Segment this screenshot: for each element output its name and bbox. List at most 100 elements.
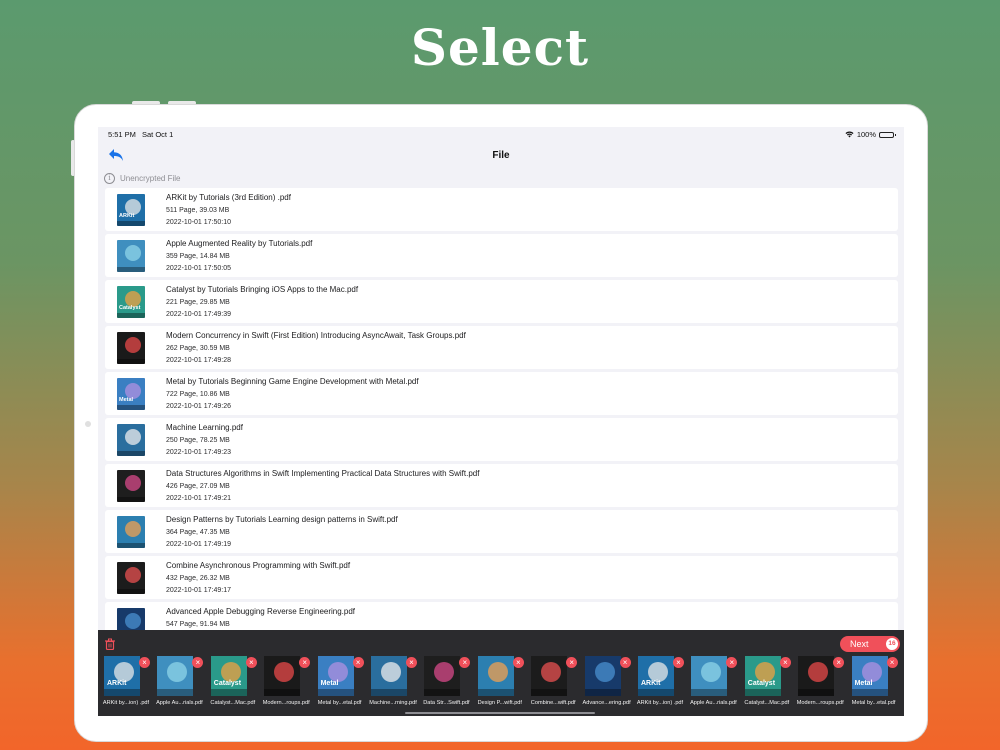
selected-file-item[interactable]: Metal × Metal by...etal.pdf — [313, 654, 367, 714]
selected-file-item[interactable]: ARKit × ARKit by...ion) .pdf — [99, 654, 153, 714]
file-date: 2022-10-01 17:49:17 — [166, 587, 231, 594]
file-row[interactable]: ARKit ARKit by Tutorials (3rd Edition) .p… — [105, 188, 898, 231]
close-icon[interactable]: × — [192, 657, 204, 668]
battery-percent: 100% — [856, 130, 876, 139]
file-thumbnail: ARKit — [117, 194, 145, 226]
file-thumbnail: Catalyst — [117, 286, 145, 318]
cover-art — [114, 662, 134, 682]
selected-file-item[interactable]: × Machine...rning.pdf — [366, 654, 420, 714]
selected-file-item[interactable]: × Apple Au...rials.pdf — [686, 654, 740, 714]
cover-band — [531, 689, 568, 696]
close-icon[interactable]: × — [619, 657, 631, 668]
selected-file-item[interactable]: × Design P...wift.pdf — [473, 654, 527, 714]
cover-art — [220, 662, 241, 682]
cover-art — [701, 662, 722, 682]
file-row[interactable]: Design Patterns by Tutorials Learning de… — [105, 510, 898, 553]
selected-files-strip: ARKit × ARKit by...ion) .pdf × Apple Au...ri… — [98, 654, 904, 716]
cover-band — [424, 689, 461, 696]
cover-art — [861, 662, 882, 682]
cover-band — [584, 689, 621, 696]
file-row[interactable]: Catalyst Catalyst by Tutorials Bringing i… — [105, 280, 898, 323]
file-thumbnail — [117, 516, 145, 548]
close-icon[interactable]: × — [833, 657, 845, 668]
cover-art — [434, 662, 455, 682]
file-meta: 432 Page, 26.32 MB — [166, 575, 230, 582]
file-row[interactable]: Machine Learning.pdf 250 Page, 78.25 MB 20… — [105, 418, 898, 461]
file-row[interactable]: Metal Metal by Tutorials Beginning Game E… — [105, 372, 898, 415]
file-name: Modern Concurrency in Swift (First Editi… — [166, 331, 466, 340]
selected-file-item[interactable]: × Combine...wift.pdf — [526, 654, 580, 714]
file-row[interactable]: Apple Augmented Reality by Tutorials.pdf… — [105, 234, 898, 277]
page-title: File — [492, 150, 510, 161]
selected-file-name: Metal by...etal.pdf — [851, 700, 896, 706]
cover-band — [210, 689, 247, 696]
cover-art — [381, 662, 401, 682]
selected-file-thumbnail — [477, 656, 514, 696]
selected-file-item[interactable]: Catalyst × Catalyst...Mac.pdf — [740, 654, 794, 714]
file-row[interactable]: Modern Concurrency in Swift (First Editi… — [105, 326, 898, 369]
close-icon[interactable]: × — [459, 657, 471, 668]
selected-file-item[interactable]: Catalyst × Catalyst...Mac.pdf — [206, 654, 260, 714]
selected-file-item[interactable]: × Modern...roups.pdf — [259, 654, 313, 714]
file-thumbnail — [117, 332, 145, 364]
cover-band — [117, 405, 145, 410]
trash-icon[interactable] — [104, 638, 116, 650]
next-button[interactable]: Next 16 — [840, 636, 900, 652]
file-date: 2022-10-01 17:50:10 — [166, 219, 231, 226]
selected-file-name: Catalyst...Mac.pdf — [744, 700, 790, 706]
file-name: Advanced Apple Debugging Reverse Enginee… — [166, 607, 356, 616]
close-icon[interactable]: × — [779, 657, 791, 668]
close-icon[interactable]: × — [726, 657, 738, 668]
selected-file-name: Modern...roups.pdf — [262, 700, 310, 706]
close-icon[interactable]: × — [299, 657, 311, 668]
file-thumbnail: Metal — [117, 378, 145, 410]
close-icon[interactable]: × — [245, 657, 257, 668]
selected-file-item[interactable]: ARKit × ARKit by...ion) .pdf — [633, 654, 687, 714]
close-icon[interactable]: × — [673, 657, 684, 668]
selected-file-thumbnail: Catalyst — [210, 656, 247, 696]
close-icon[interactable]: × — [512, 657, 524, 668]
close-icon[interactable]: × — [406, 657, 417, 668]
cover-title: Catalyst — [119, 304, 141, 311]
selected-file-item[interactable]: × Data Str...Swift.pdf — [419, 654, 473, 714]
selected-file-item[interactable]: × Advance...ering.pdf — [580, 654, 634, 714]
cover-art — [125, 521, 141, 537]
file-row[interactable]: Data Structures Algorithms in Swift Impl… — [105, 464, 898, 507]
cover-art — [274, 662, 295, 682]
selected-file-thumbnail — [264, 656, 301, 696]
cover-art — [808, 662, 829, 682]
cover-art — [125, 245, 141, 261]
file-date: 2022-10-01 17:49:26 — [166, 403, 231, 410]
close-icon[interactable]: × — [139, 657, 150, 668]
selection-tray: Next 16 ARKit × ARKit by...ion) .pdf × Apple… — [98, 630, 904, 716]
selected-file-name: Design P...wift.pdf — [477, 700, 522, 706]
selected-file-thumbnail: ARKit — [104, 656, 140, 696]
selected-file-item[interactable]: Metal × Metal by...etal.pdf — [847, 654, 901, 714]
file-thumbnail — [117, 424, 145, 456]
close-icon[interactable]: × — [352, 657, 364, 668]
selected-file-name: Advance...ering.pdf — [582, 700, 631, 706]
cover-band — [117, 543, 145, 548]
close-icon[interactable]: × — [566, 657, 578, 668]
file-thumbnail — [117, 562, 145, 594]
battery-icon — [879, 131, 896, 138]
file-row[interactable]: Combine Asynchronous Programming with Sw… — [105, 556, 898, 599]
cover-art — [487, 662, 508, 682]
next-label: Next — [850, 639, 869, 649]
navigation-bar: File — [98, 143, 904, 169]
file-meta: 426 Page, 27.09 MB — [166, 483, 230, 490]
close-icon[interactable]: × — [886, 657, 898, 668]
file-date: 2022-10-01 17:49:21 — [166, 495, 231, 502]
selected-file-item[interactable]: × Apple Au...rials.pdf — [152, 654, 206, 714]
selected-file-name: Machine...rning.pdf — [369, 700, 417, 706]
file-date: 2022-10-01 17:49:23 — [166, 449, 231, 456]
cover-band — [851, 689, 888, 696]
selected-file-name: Catalyst...Mac.pdf — [210, 700, 256, 706]
selected-file-item[interactable]: × Modern...roups.pdf — [793, 654, 847, 714]
status-time: 5:51 PM — [108, 130, 136, 139]
status-indicators: 100% — [845, 130, 896, 139]
selected-file-name: Metal by...etal.pdf — [317, 700, 362, 706]
file-date: 2022-10-01 17:49:28 — [166, 357, 231, 364]
cover-art — [754, 662, 775, 682]
cover-art — [327, 662, 348, 682]
